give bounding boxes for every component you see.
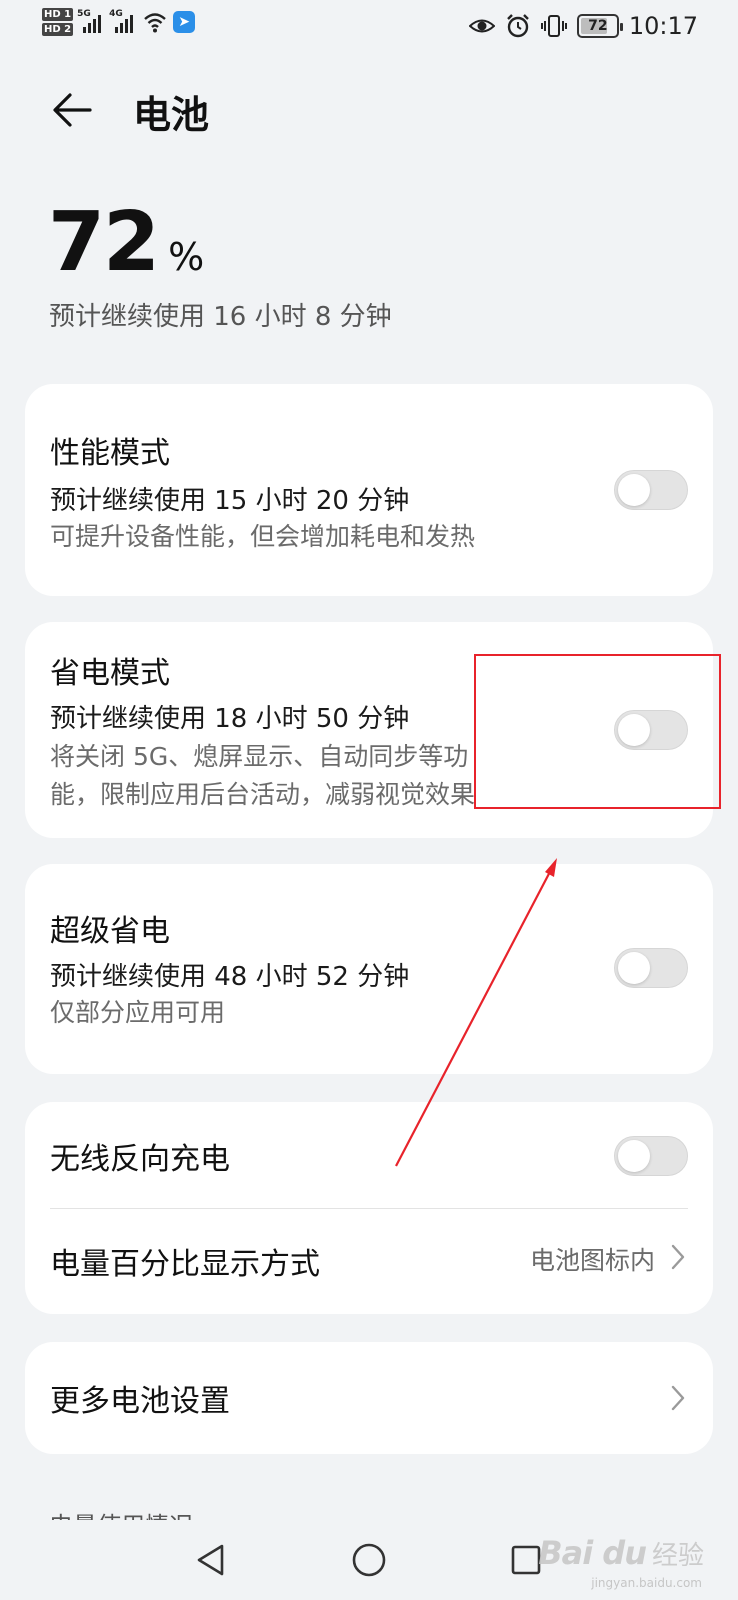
back-arrow-icon[interactable]	[48, 86, 96, 134]
app-header: 电池	[0, 72, 738, 152]
wireless-reverse-charging-title: 无线反向充电	[50, 1142, 230, 1177]
more-battery-settings-title: 更多电池设置	[50, 1384, 230, 1419]
ultra-power-saving-toggle[interactable]	[614, 948, 688, 988]
eye-comfort-icon	[468, 19, 495, 33]
battery-percent-value: 72	[48, 195, 160, 290]
highlight-box	[474, 654, 721, 809]
square-recents-icon	[511, 1545, 541, 1575]
signal-4g-icon: 4G	[109, 9, 137, 33]
baidu-watermark: Bai du 经验	[538, 1534, 704, 1572]
status-bar-left: HD 1 HD 2 5G 4G ➤	[42, 8, 196, 36]
chevron-right-icon	[671, 1385, 685, 1411]
vibrate-icon	[540, 15, 567, 37]
power-saving-mode-desc-line1: 将关闭 5G、熄屏显示、自动同步等功	[50, 742, 469, 771]
toggle-knob	[618, 474, 650, 506]
alarm-icon	[506, 14, 529, 38]
system-navigation-bar: Bai du 经验 jingyan.baidu.com	[0, 1520, 738, 1600]
net2-label: 4G	[109, 9, 123, 19]
page-title: 电池	[133, 93, 210, 137]
signal-5g-icon: 5G	[77, 9, 105, 33]
power-saving-mode-desc-line2: 能，限制应用后台活动，减弱视觉效果	[50, 780, 476, 809]
power-saving-mode-title: 省电模式	[50, 656, 170, 691]
battery-settings-screen: HD 1 HD 2 5G 4G ➤ 72 10:17 电池 72 % 预计继续使…	[0, 0, 738, 1600]
charging-display-card: 无线反向充电 电量百分比显示方式 电池图标内	[25, 1102, 713, 1314]
chevron-right-icon	[671, 1244, 685, 1270]
hd1-badge: HD 1	[42, 8, 74, 21]
percent-display-value: 电池图标内	[529, 1246, 655, 1275]
percent-display-row[interactable]: 电量百分比显示方式 电池图标内	[25, 1209, 713, 1314]
hd-indicators: HD 1 HD 2	[42, 8, 74, 36]
status-bar: HD 1 HD 2 5G 4G ➤ 72 10:17	[0, 0, 738, 56]
battery-percent-unit: %	[168, 235, 205, 279]
toggle-knob	[618, 1140, 650, 1172]
battery-remaining-estimate: 预计继续使用 16 小时 8 分钟	[49, 302, 392, 332]
net1-label: 5G	[77, 9, 91, 19]
performance-mode-card[interactable]: 性能模式 预计继续使用 15 小时 20 分钟 可提升设备性能，但会增加耗电和发…	[25, 384, 713, 596]
performance-mode-desc: 可提升设备性能，但会增加耗电和发热	[50, 522, 476, 551]
notification-app-icon: ➤	[173, 11, 196, 33]
battery-percentage: 72 %	[48, 198, 204, 288]
battery-status-icon: 72	[576, 14, 623, 38]
watermark-url: jingyan.baidu.com	[591, 1576, 702, 1590]
power-saving-mode-estimate: 预计继续使用 18 小时 50 分钟	[50, 704, 410, 734]
watermark-logo: Bai du	[538, 1534, 647, 1572]
performance-mode-title: 性能模式	[50, 436, 170, 471]
ultra-power-saving-estimate: 预计继续使用 48 小时 52 分钟	[50, 962, 410, 992]
performance-mode-toggle[interactable]	[614, 470, 688, 510]
triangle-back-icon	[197, 1544, 224, 1576]
battery-level-text: 72	[588, 18, 608, 34]
ultra-power-saving-card[interactable]: 超级省电 预计继续使用 48 小时 52 分钟 仅部分应用可用	[25, 864, 713, 1074]
wireless-reverse-charging-toggle[interactable]	[614, 1136, 688, 1176]
ultra-power-saving-title: 超级省电	[50, 914, 170, 949]
wifi-icon	[144, 13, 166, 33]
wireless-reverse-charging-row[interactable]: 无线反向充电	[25, 1102, 713, 1208]
performance-mode-estimate: 预计继续使用 15 小时 20 分钟	[50, 486, 410, 516]
hd2-badge: HD 2	[42, 23, 74, 36]
nav-back-button[interactable]	[187, 1536, 235, 1584]
ultra-power-saving-desc: 仅部分应用可用	[50, 998, 226, 1027]
nav-home-button[interactable]	[345, 1536, 393, 1584]
status-time: 10:17	[628, 12, 698, 40]
watermark-text: 经验	[651, 1540, 704, 1571]
status-bar-right: 72 10:17	[468, 12, 698, 40]
percent-display-title: 电量百分比显示方式	[50, 1247, 320, 1282]
more-battery-settings-card[interactable]: 更多电池设置	[25, 1342, 713, 1454]
toggle-knob	[618, 952, 650, 984]
circle-home-icon	[352, 1543, 386, 1577]
